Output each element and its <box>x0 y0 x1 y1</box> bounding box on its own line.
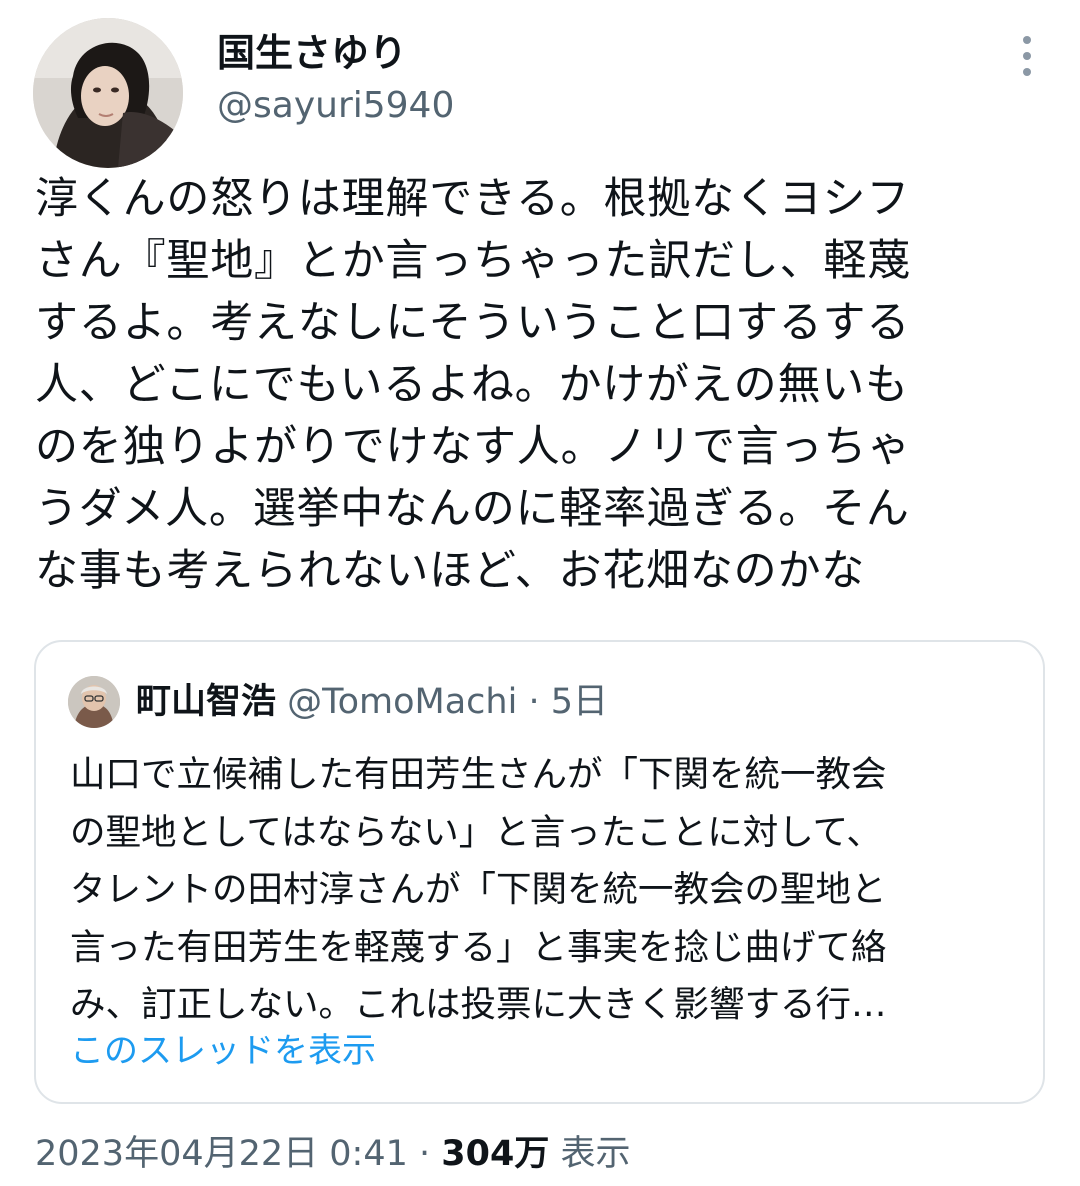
tweet-text-line: 人、どこにでもいるよね。かけがえの無いも <box>35 360 909 410</box>
avatar[interactable] <box>33 18 183 168</box>
quoted-tweet-card[interactable]: 町山智浩 @TomoMachi · 5日 山口で立候補した有田芳生さんが「下関を… <box>34 640 1045 1104</box>
tweet-text-line: するよ。考えなしにそういうこと口するする <box>35 298 911 348</box>
avatar-image <box>33 18 183 168</box>
tweet-text-line: さん『聖地』とか言っちゃった訳だし、軽蔑 <box>35 236 911 286</box>
quote-text-line: の聖地としてはならない」と言ったことに対して、 <box>70 811 882 853</box>
user-handle[interactable]: @sayuri5940 <box>217 83 454 129</box>
quote-text-line: 山口で立候補した有田芳生さんが「下関を統一教会 <box>70 754 887 795</box>
tweet-meta: 2023年04月22日 0:41 · 304万 表示 <box>35 1128 630 1180</box>
display-name[interactable]: 国生さゆり <box>217 28 407 78</box>
views-count: 304万 <box>441 1134 550 1174</box>
quote-text-line: み、訂正しない。これは投票に大きく影響する行… <box>70 984 887 1025</box>
more-dots-vertical-icon[interactable] <box>1010 30 1044 82</box>
quote-text: 山口で立候補した有田芳生さんが「下関を統一教会 の聖地としてはならない」と言った… <box>70 746 1020 1034</box>
meta-separator: · <box>407 1134 442 1174</box>
quote-user-handle[interactable]: @TomoMachi <box>287 682 517 722</box>
quote-display-name[interactable]: 町山智浩 <box>136 682 276 722</box>
tweet: 国生さゆり @sayuri5940 淳くんの怒りは理解できる。根拠なくヨシフ さ… <box>0 0 1080 1186</box>
tweet-text-line: うダメ人。選挙中なんのに軽率過ぎる。そん <box>35 484 910 534</box>
views-label: 表示 <box>560 1134 631 1174</box>
quote-avatar-image <box>68 676 120 728</box>
tweet-text-line: のを独りよがりでけなす人。ノリで言っちゃ <box>35 422 911 472</box>
tweet-text-line: な事も考えられないほど、お花畑なのかな <box>35 546 866 596</box>
quote-separator: · <box>517 682 551 722</box>
tweet-text-line: 淳くんの怒りは理解できる。根拠なくヨシフ <box>35 174 911 224</box>
quote-avatar[interactable] <box>68 676 120 728</box>
tweet-timestamp[interactable]: 2023年04月22日 0:41 <box>35 1134 408 1174</box>
show-thread-link[interactable]: このスレッドを表示 <box>70 1026 376 1076</box>
quote-text-line: タレントの田村淳さんが「下関を統一教会の聖地と <box>70 869 887 910</box>
tweet-text: 淳くんの怒りは理解できる。根拠なくヨシフ さん『聖地』とか言っちゃった訳だし、軽… <box>35 168 1045 602</box>
quote-text-line: 言った有田芳生を軽蔑する」と事実を捻じ曲げて絡 <box>70 926 887 968</box>
quote-time[interactable]: 5日 <box>551 682 608 722</box>
quote-header: 町山智浩 @TomoMachi · 5日 <box>136 676 608 728</box>
